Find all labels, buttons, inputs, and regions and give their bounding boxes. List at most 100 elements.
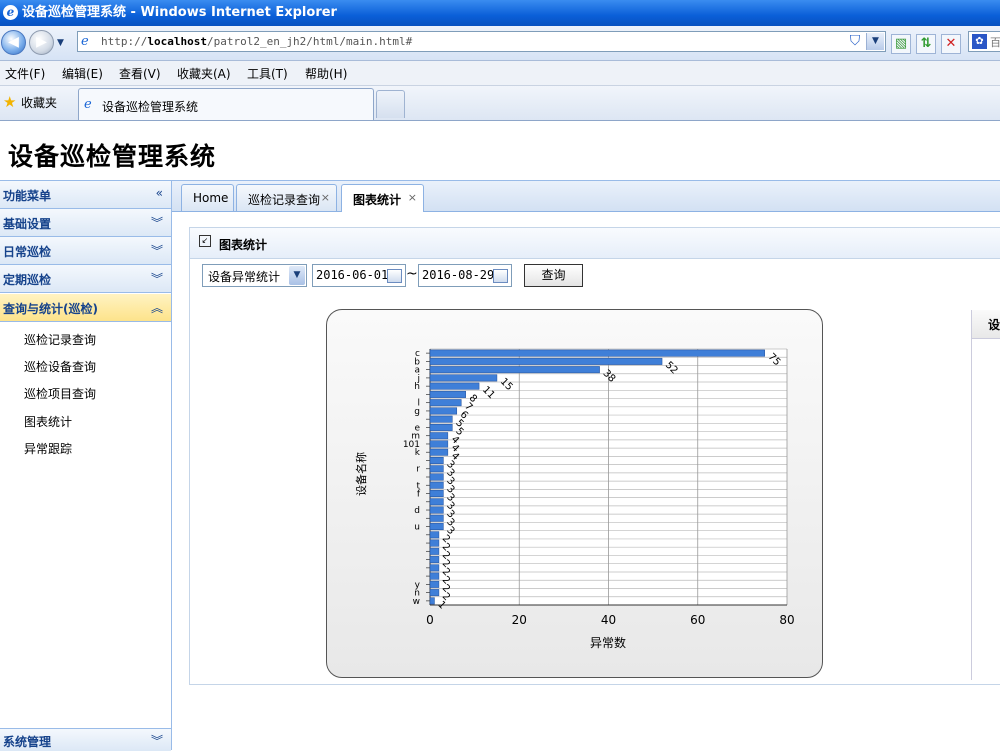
y-category-label: w — [413, 597, 420, 607]
y-category-label: g — [414, 407, 420, 417]
page-icon: e — [81, 34, 89, 49]
bar — [429, 589, 440, 597]
chevron-down-icon: ︾ — [150, 272, 163, 286]
date-to-field[interactable]: 2016-08-29 — [418, 264, 512, 287]
collapse-left-icon[interactable]: « — [156, 186, 163, 200]
sidebar-group-query-statistics[interactable]: 查询与统计(巡检) ︽ — [0, 294, 171, 322]
y-category-label: r — [416, 465, 420, 475]
chart-frame: 75 52 38 15 11 8 7 6 5 5 4 4 4 3 3 3 3 3 3 3 3 3 2 2 2 2 2 2 2 2 1 cba… — [326, 309, 823, 678]
menu-help[interactable]: 帮助(H) — [305, 65, 347, 82]
bar — [429, 531, 440, 539]
stop-icon[interactable]: ✕ — [941, 34, 961, 54]
x-axis-label: 异常数 — [590, 635, 626, 650]
tab-home[interactable]: Home — [181, 184, 234, 211]
sidebar-item-device-query[interactable]: 巡检设备查询 — [24, 358, 96, 375]
bar — [429, 357, 663, 365]
security-shield-icon[interactable]: ⛉ — [847, 33, 863, 50]
back-button[interactable]: ◀ — [1, 30, 26, 55]
address-toolbar: ◀ ▶ ▼ e http://localhost/patrol2_en_jh2/… — [0, 26, 1000, 61]
close-icon[interactable]: × — [321, 191, 330, 204]
menu-tools[interactable]: 工具(T) — [247, 65, 288, 82]
window-titlebar: e 设备巡检管理系统 - Windows Internet Explorer — [0, 0, 1000, 26]
menu-file[interactable]: 文件(F) — [5, 65, 45, 82]
forward-button[interactable]: ▶ — [29, 30, 54, 55]
x-tick-label: 40 — [601, 613, 616, 627]
bar — [429, 547, 440, 555]
sidebar-group-periodic-patrol[interactable]: 定期巡检 ︾ — [0, 265, 171, 293]
history-dropdown-icon[interactable]: ▼ — [57, 38, 64, 48]
browser-tab-active[interactable]: e 设备巡检管理系统 — [78, 88, 374, 120]
menu-favorites[interactable]: 收藏夹(A) — [177, 65, 231, 82]
date-range-separator: ~ — [406, 266, 418, 282]
chevron-up-icon: ︽ — [150, 301, 163, 315]
compatibility-view-icon[interactable]: ▧ — [891, 34, 911, 54]
x-tick-label: 0 — [426, 613, 434, 627]
address-dropdown-icon[interactable]: ▼ — [866, 33, 884, 50]
bar-chart: 755238151187655444333333333222222221 cba… — [354, 348, 795, 650]
chart-x-ticks: 0 20 40 60 80 — [426, 613, 794, 627]
x-tick-label: 80 — [779, 613, 794, 627]
y-category-label: d — [414, 506, 420, 516]
panel-header: ↙ 图表统计 — [190, 228, 1000, 259]
address-field[interactable]: e http://localhost/patrol2_en_jh2/html/m… — [77, 31, 886, 52]
bar — [429, 448, 449, 456]
y-category-label: k — [415, 448, 421, 458]
bar — [429, 399, 462, 407]
favorites-star-icon[interactable]: ★ — [3, 93, 16, 111]
sidebar-item-item-query[interactable]: 巡检项目查询 — [24, 385, 96, 402]
chevron-down-icon: ︾ — [150, 734, 163, 748]
bar — [429, 382, 480, 390]
sidebar-item-exception-tracking[interactable]: 异常跟踪 — [24, 440, 72, 457]
chart-grid — [426, 348, 788, 606]
bar — [429, 514, 444, 522]
menu-edit[interactable]: 编辑(E) — [62, 65, 103, 82]
bar — [429, 523, 444, 531]
bar — [429, 506, 444, 514]
bar — [429, 423, 453, 431]
bar — [429, 407, 458, 415]
bar — [429, 580, 440, 588]
bar — [429, 473, 444, 481]
chart-y-categories: cbajhlgem101krtfduynw — [403, 349, 421, 607]
search-field[interactable]: ✿ 百 — [968, 31, 1000, 52]
y-axis-label: 设备名称 — [354, 452, 368, 496]
app-title: 设备巡检管理系统 — [8, 142, 217, 171]
sidebar-item-chart-statistics[interactable]: 图表统计 — [24, 413, 72, 430]
date-from-field[interactable]: 2016-06-01 — [312, 264, 406, 287]
bar — [429, 564, 440, 572]
sidebar-item-record-query[interactable]: 巡检记录查询 — [24, 331, 96, 348]
bar — [429, 366, 600, 374]
sidebar: 功能菜单 « 基础设置 ︾ 日常巡检 ︾ 定期巡检 ︾ 查询与统计(巡检) ︽ … — [0, 181, 172, 750]
chevron-down-icon: ︾ — [150, 216, 163, 230]
y-category-label: h — [414, 382, 420, 392]
new-tab-button[interactable] — [376, 90, 405, 118]
bar — [429, 481, 444, 489]
statistic-type-select[interactable]: 设备异常统计 ▼ — [202, 264, 307, 287]
sidebar-group-system-management[interactable]: 系统管理 ︾ — [0, 728, 171, 751]
bar — [429, 440, 449, 448]
chevron-down-icon: ︾ — [150, 244, 163, 258]
sidebar-group-daily-patrol[interactable]: 日常巡检 ︾ — [0, 237, 171, 265]
bar — [429, 457, 444, 464]
tab-chart-statistics[interactable]: 图表统计 × — [341, 184, 424, 212]
close-icon[interactable]: × — [408, 191, 417, 204]
favorites-button[interactable]: 收藏夹 — [21, 94, 57, 111]
bar — [429, 556, 440, 564]
menu-view[interactable]: 查看(V) — [119, 65, 161, 82]
calendar-icon[interactable] — [493, 269, 508, 283]
sidebar-group-basic-settings[interactable]: 基础设置 ︾ — [0, 209, 171, 237]
y-category-label: u — [414, 523, 420, 533]
bar — [429, 490, 444, 497]
calendar-icon[interactable] — [387, 269, 402, 283]
tab-page-icon: e — [84, 97, 92, 112]
browser-tab-title: 设备巡检管理系统 — [102, 100, 199, 114]
bar — [429, 597, 435, 605]
bar — [429, 374, 498, 382]
bar — [429, 539, 440, 547]
tab-record-query[interactable]: 巡检记录查询 × — [236, 184, 337, 211]
bar — [429, 349, 765, 357]
query-button[interactable]: 查询 — [524, 264, 583, 287]
refresh-icon[interactable]: ⇅ — [916, 34, 936, 54]
panel-collapse-icon[interactable]: ↙ — [199, 235, 211, 247]
sidebar-header[interactable]: 功能菜单 « — [0, 181, 171, 209]
